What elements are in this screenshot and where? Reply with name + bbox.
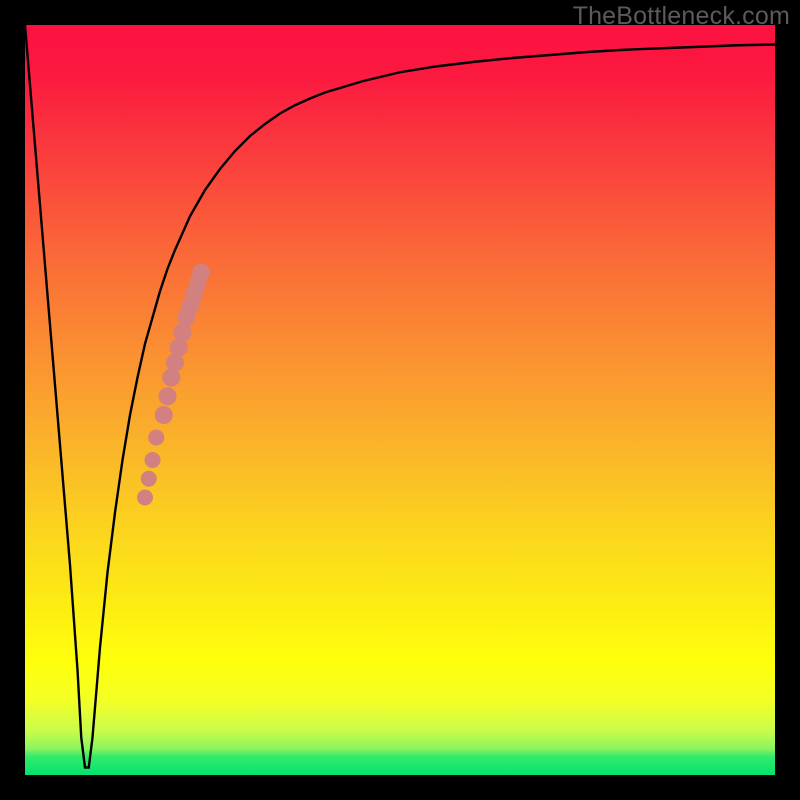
curve-marker	[159, 387, 177, 405]
curve-marker	[162, 369, 180, 387]
chart-svg	[25, 25, 775, 775]
curve-marker	[174, 324, 192, 342]
curve-marker	[170, 339, 188, 357]
watermark-text: TheBottleneck.com	[573, 2, 790, 31]
curve-marker	[141, 471, 157, 487]
curve-marker	[166, 354, 184, 372]
bottleneck-curve	[25, 25, 775, 768]
curve-marker	[145, 452, 161, 468]
chart-canvas: TheBottleneck.com	[0, 0, 800, 800]
plot-area	[25, 25, 775, 775]
curve-marker	[155, 406, 173, 424]
curve-marker	[192, 264, 210, 282]
curve-marker-group	[137, 264, 210, 506]
curve-marker	[148, 430, 164, 446]
curve-marker	[137, 490, 153, 506]
